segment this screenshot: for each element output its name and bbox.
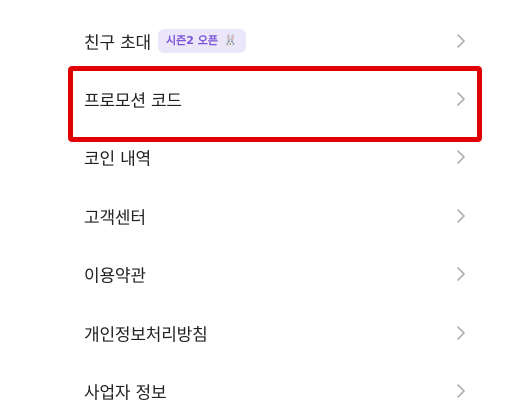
chevron-right-icon: [457, 150, 465, 164]
menu-item-label: 이용약관: [84, 266, 146, 287]
chevron-right-icon: [457, 384, 465, 398]
menu-item-invite-friend[interactable]: 친구 초대 시즌2 오픈 🐰: [0, 12, 523, 70]
menu-item-terms[interactable]: 이용약관: [0, 245, 523, 303]
menu-item-label: 친구 초대: [84, 33, 151, 54]
menu-item-business-info[interactable]: 사업자 정보: [0, 362, 523, 412]
season-badge: 시즌2 오픈 🐰: [158, 29, 246, 53]
menu-item-label: 코인 내역: [84, 149, 151, 170]
chevron-right-icon: [457, 267, 465, 281]
rabbit-icon: 🐰: [223, 34, 238, 47]
menu-item-label: 개인정보처리방침: [84, 325, 208, 346]
chevron-right-icon: [457, 34, 465, 48]
menu-item-customer-center[interactable]: 고객센터: [0, 187, 523, 245]
menu-item-promotion-code[interactable]: 프로모션 코드: [0, 70, 523, 128]
menu-item-privacy-policy[interactable]: 개인정보처리방침: [0, 304, 523, 362]
menu-item-coin-history[interactable]: 코인 내역: [0, 128, 523, 186]
menu-item-label: 프로모션 코드: [84, 91, 182, 112]
chevron-right-icon: [457, 209, 465, 223]
chevron-right-icon: [457, 326, 465, 340]
badge-label: 시즌2 오픈: [166, 34, 218, 47]
chevron-right-icon: [457, 92, 465, 106]
menu-item-label: 사업자 정보: [84, 383, 167, 404]
menu-item-label: 고객센터: [84, 208, 146, 229]
settings-menu: 친구 초대 시즌2 오픈 🐰 프로모션 코드 코인 내역 고객센터 이용약관 개…: [0, 0, 523, 412]
